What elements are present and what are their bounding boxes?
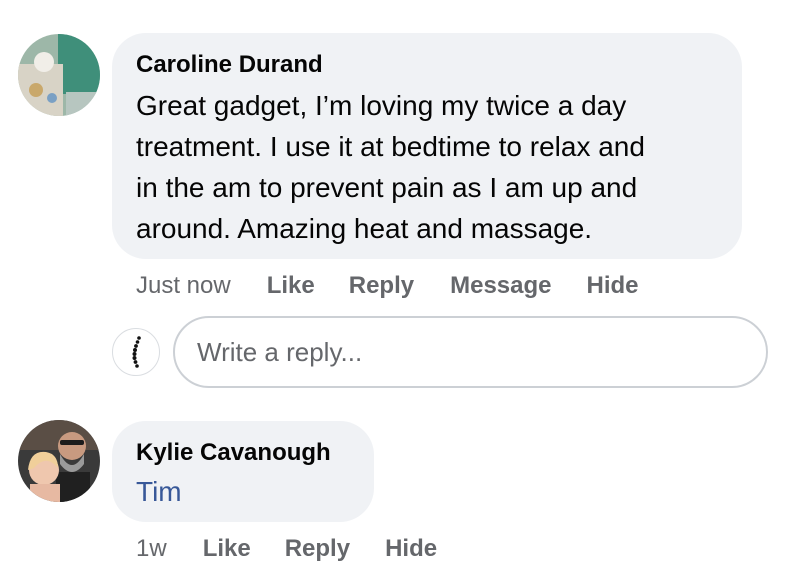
reply-button[interactable]: Reply (285, 535, 350, 563)
current-user-avatar (112, 328, 160, 376)
like-button[interactable]: Like (203, 535, 251, 563)
comment-text-line: treatment. I use it at bedtime to relax … (136, 131, 645, 162)
comment-actions: 1w Like Reply Hide (136, 535, 437, 563)
profile-photo-icon (18, 34, 100, 116)
spine-logo-icon (132, 336, 141, 368)
profile-photo-icon (18, 420, 100, 502)
mention-link[interactable]: Tim (136, 476, 182, 508)
like-button[interactable]: Like (267, 272, 315, 300)
hide-button[interactable]: Hide (385, 535, 437, 563)
reply-input[interactable] (175, 318, 766, 386)
comment-text-line: Great gadget, I’m loving my twice a day (136, 90, 627, 121)
comment-text: Great gadget, I’m loving my twice a day … (136, 85, 645, 249)
comment-author[interactable]: Caroline Durand (136, 51, 323, 79)
comment-text-line: around. Amazing heat and massage. (136, 213, 593, 244)
avatar-kylie-cavanough[interactable] (18, 420, 100, 502)
hide-button[interactable]: Hide (587, 272, 639, 300)
comment-text-line: in the am to prevent pain as I am up and (136, 172, 638, 203)
comment-actions: Just now Like Reply Message Hide (136, 272, 639, 300)
timestamp[interactable]: Just now (136, 272, 231, 300)
message-button[interactable]: Message (450, 272, 551, 300)
comment-author[interactable]: Kylie Cavanough (136, 439, 331, 467)
reply-button[interactable]: Reply (349, 272, 414, 300)
comment-bubble: Caroline Durand Great gadget, I’m loving… (112, 33, 742, 259)
timestamp[interactable]: 1w (136, 535, 167, 563)
reply-input-container[interactable] (173, 316, 768, 388)
avatar-caroline-durand[interactable] (18, 34, 100, 116)
comment-bubble: Kylie Cavanough Tim (112, 421, 374, 522)
